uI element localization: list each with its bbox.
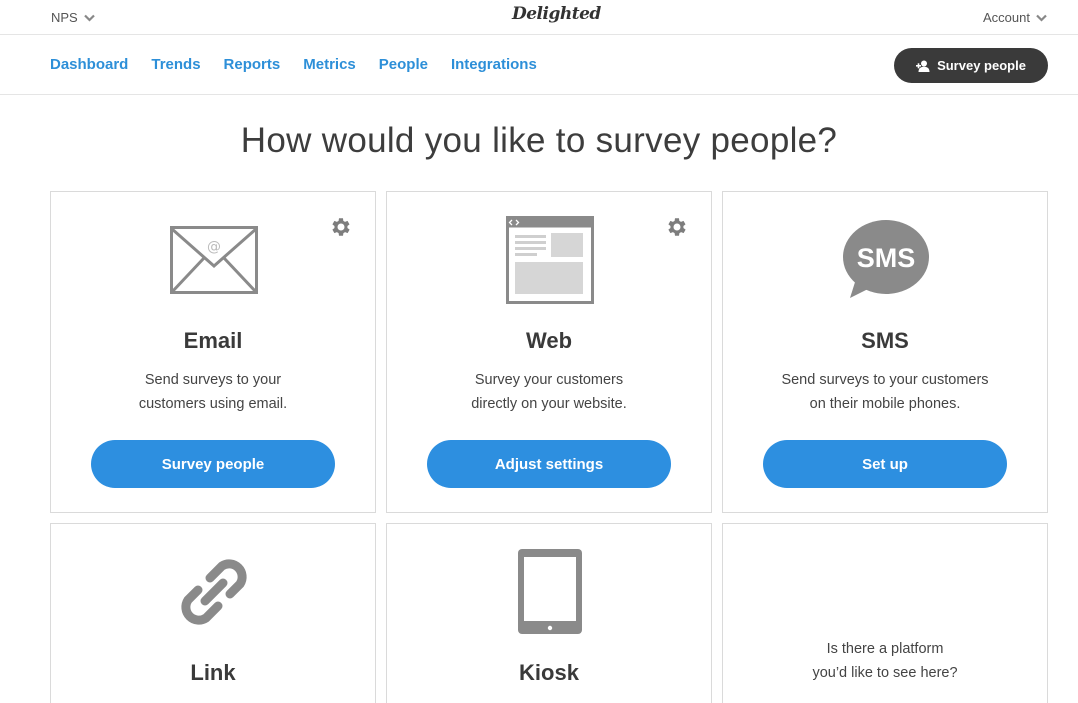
nav-reports[interactable]: Reports bbox=[224, 56, 281, 73]
delighted-logo[interactable]: Delighted bbox=[512, 4, 601, 24]
web-desc-line1: Survey your customers bbox=[474, 372, 624, 388]
suggest-line1: Is there a platform bbox=[826, 641, 944, 657]
chain-link-icon bbox=[181, 559, 247, 625]
suggest-platform-text: Is there a platform you’d like to see he… bbox=[723, 637, 1047, 685]
email-desc-line1: Send surveys to your bbox=[144, 372, 282, 388]
add-person-icon bbox=[916, 60, 930, 72]
sms-desc-line2: on their mobile phones. bbox=[809, 396, 961, 412]
top-bar: NPS Delighted Account bbox=[0, 0, 1078, 35]
email-survey-people-button[interactable]: Survey people bbox=[91, 440, 335, 488]
nav-links: Dashboard Trends Reports Metrics People … bbox=[50, 56, 537, 73]
nav-metrics[interactable]: Metrics bbox=[303, 56, 356, 73]
sms-bubble-icon: SMS bbox=[843, 220, 929, 298]
nav-people[interactable]: People bbox=[379, 56, 428, 73]
sms-icon-text: SMS bbox=[857, 243, 916, 273]
svg-text:@: @ bbox=[207, 239, 221, 255]
web-description: Survey your customers directly on your w… bbox=[387, 368, 711, 416]
suggest-line2: you’d like to see here? bbox=[812, 665, 958, 681]
kiosk-title: Kiosk bbox=[519, 660, 579, 685]
page-title: How would you like to survey people? bbox=[240, 121, 838, 160]
account-menu[interactable]: Account bbox=[983, 10, 1047, 25]
envelope-icon: @ bbox=[170, 226, 258, 294]
email-card: @ Email Send surveys to your customers u… bbox=[50, 191, 376, 513]
browser-window-icon bbox=[506, 216, 594, 304]
kiosk-card: Kiosk bbox=[386, 523, 712, 703]
link-title: Link bbox=[190, 660, 236, 685]
nav-trends[interactable]: Trends bbox=[151, 56, 200, 73]
sms-title: SMS bbox=[861, 328, 909, 353]
gear-icon[interactable] bbox=[665, 215, 689, 239]
email-desc-line2: customers using email. bbox=[138, 396, 288, 412]
product-switcher[interactable]: NPS bbox=[51, 10, 95, 25]
chevron-down-icon bbox=[83, 14, 95, 22]
nav-integrations[interactable]: Integrations bbox=[451, 56, 537, 73]
sms-set-up-button[interactable]: Set up bbox=[763, 440, 1007, 488]
sms-desc-line1: Send surveys to your customers bbox=[781, 372, 989, 388]
web-adjust-settings-button[interactable]: Adjust settings bbox=[427, 440, 671, 488]
account-label: Account bbox=[983, 10, 1030, 25]
survey-people-button[interactable]: Survey people bbox=[894, 48, 1048, 83]
email-title: Email bbox=[183, 328, 243, 353]
main-nav: Dashboard Trends Reports Metrics People … bbox=[0, 35, 1078, 95]
sms-card: SMS SMS Send surveys to your customers o… bbox=[722, 191, 1048, 513]
gear-icon[interactable] bbox=[329, 215, 353, 239]
tablet-icon bbox=[518, 549, 582, 634]
sms-description: Send surveys to your customers on their … bbox=[723, 368, 1047, 416]
suggest-platform-card[interactable]: Is there a platform you’d like to see he… bbox=[722, 523, 1048, 703]
nav-dashboard[interactable]: Dashboard bbox=[50, 56, 128, 73]
link-card: Link bbox=[50, 523, 376, 703]
web-desc-line2: directly on your website. bbox=[471, 396, 627, 412]
chevron-down-icon bbox=[1036, 14, 1047, 22]
web-title: Web bbox=[525, 328, 573, 353]
web-card: Web Survey your customers directly on yo… bbox=[386, 191, 712, 513]
product-label: NPS bbox=[51, 10, 78, 25]
survey-people-label: Survey people bbox=[937, 58, 1026, 73]
email-description: Send surveys to your customers using ema… bbox=[51, 368, 375, 416]
